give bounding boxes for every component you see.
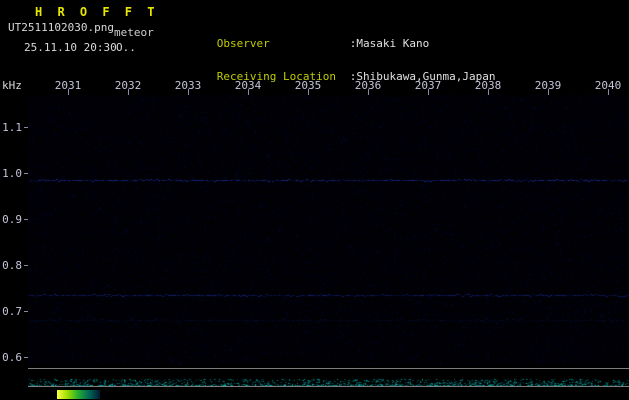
info-row-location: Receiving Location:Shibukawa,Gunma,Japan [177, 60, 582, 82]
observation-tag: meteor [114, 26, 154, 39]
signal-level-noise [28, 369, 629, 386]
output-filename: UT2511102030.png [8, 21, 114, 34]
hrofft-screen: H R O F F T UT2511102030.png meteor 25.1… [0, 0, 629, 400]
spectrogram-plot [28, 95, 629, 365]
y-tick-label: 1.1 [2, 121, 22, 134]
intensity-legend [57, 390, 100, 399]
info-row-observer: Observer :Masaki Kano [177, 27, 582, 49]
y-tick-label: 0.9 [2, 213, 22, 226]
signal-level-strip [28, 368, 629, 387]
y-tick-label: 0.7 [2, 305, 22, 318]
status-counter: O.. [116, 41, 136, 54]
y-axis-unit-label: kHz [2, 79, 22, 92]
observation-datetime: 25.11.10 20:30 [24, 41, 117, 54]
app-title: H R O F F T [35, 5, 159, 19]
info-value: :Masaki Kano [349, 37, 430, 50]
y-tick-label: 0.8 [2, 259, 22, 272]
y-tick-label: 1.0 [2, 167, 22, 180]
y-tick-label: 0.6 [2, 351, 22, 364]
info-label: Observer [216, 37, 270, 50]
